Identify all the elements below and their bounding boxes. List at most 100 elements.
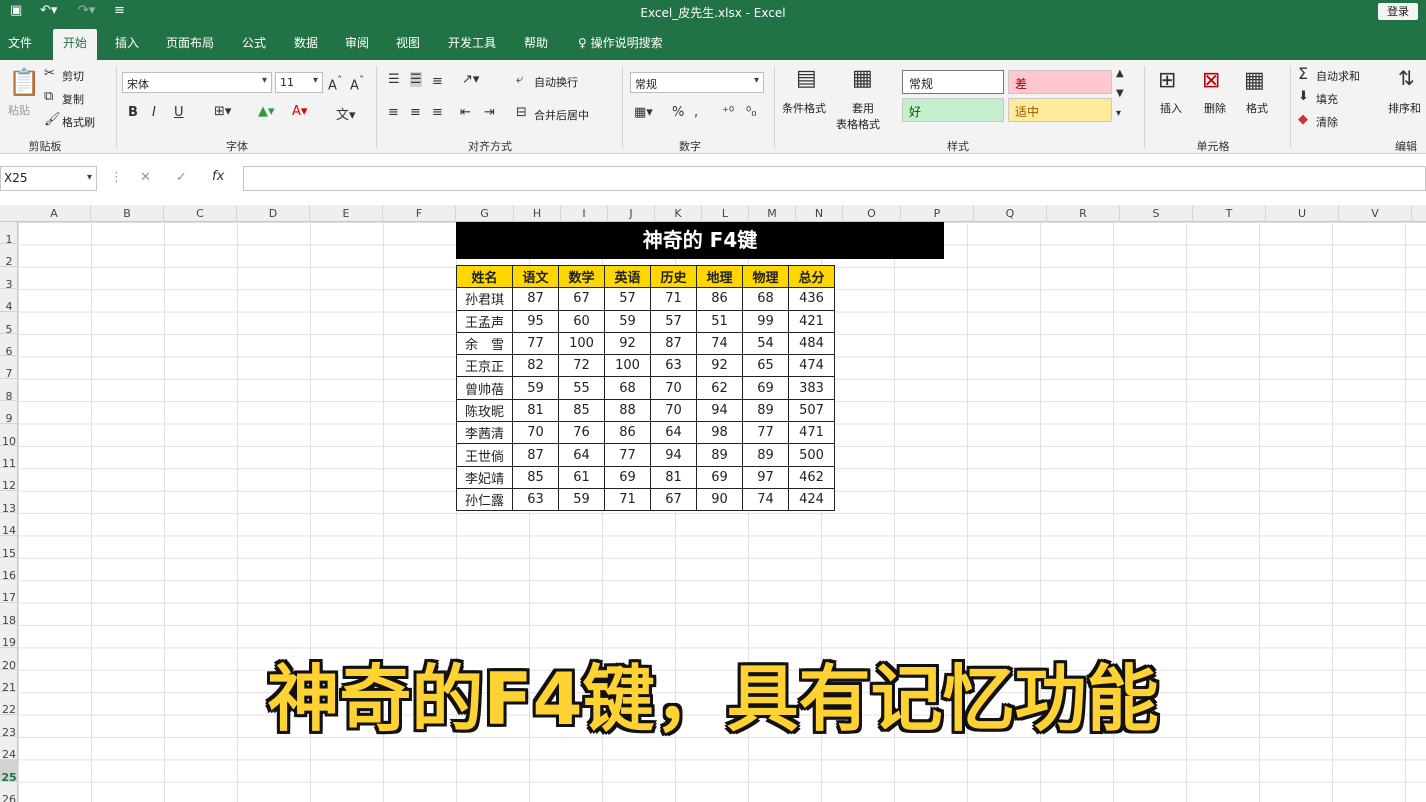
tab-file[interactable]: 文件 <box>8 34 32 51</box>
row-header[interactable]: 7 <box>0 356 18 380</box>
row-header[interactable]: 15 <box>0 536 18 560</box>
tab-review[interactable]: 审阅 <box>345 34 369 51</box>
row-header[interactable]: 8 <box>0 379 18 403</box>
row-header[interactable]: 14 <box>0 513 18 537</box>
column-header[interactable]: P <box>901 205 974 222</box>
column-header[interactable]: D <box>237 205 310 222</box>
grow-font-icon[interactable]: Aˆ <box>328 74 342 93</box>
column-header[interactable]: T <box>1193 205 1266 222</box>
table-cell[interactable]: 王世倘 <box>456 443 513 467</box>
table-cell[interactable]: 61 <box>558 465 605 489</box>
column-header[interactable]: O <box>843 205 901 222</box>
style-neutral[interactable]: 适中 <box>1008 98 1112 122</box>
table-cell[interactable]: 69 <box>742 376 789 400</box>
accounting-format-icon[interactable]: ▦▾ <box>634 105 653 120</box>
column-header[interactable]: F <box>383 205 456 222</box>
copy-icon[interactable]: ⧉ <box>44 89 53 104</box>
conditional-format-button[interactable]: 条件格式 <box>782 100 826 116</box>
fill-color-icon[interactable]: ▲▾ <box>258 104 275 119</box>
number-format-select[interactable]: 常规 ▾ <box>630 72 764 93</box>
format-as-table-button-line1[interactable]: 套用 <box>852 100 874 116</box>
table-cell[interactable]: 67 <box>650 487 697 512</box>
table-cell[interactable]: 60 <box>558 309 605 333</box>
column-header[interactable]: V <box>1339 205 1412 222</box>
align-top-icon[interactable]: ☰ <box>388 72 400 87</box>
column-header[interactable]: E <box>310 205 383 222</box>
column-header[interactable]: U <box>1266 205 1339 222</box>
increase-decimal-icon[interactable]: ⁺⁰ <box>722 105 734 120</box>
table-cell[interactable]: 94 <box>650 443 697 467</box>
row-header[interactable]: 26 <box>0 782 18 802</box>
column-header[interactable]: J <box>608 205 655 222</box>
column-header[interactable]: M <box>749 205 796 222</box>
font-color-icon[interactable]: A▾ <box>292 104 307 119</box>
table-cell[interactable]: 98 <box>696 421 743 445</box>
align-right-icon[interactable]: ≡ <box>432 105 443 120</box>
sheet-title-cell[interactable]: 神奇的 F4键 <box>456 222 944 259</box>
table-cell[interactable]: 82 <box>512 354 559 378</box>
table-cell[interactable]: 57 <box>650 309 697 333</box>
format-painter-button[interactable]: 格式刷 <box>62 114 95 130</box>
font-family-select[interactable]: 宋体 ▾ <box>122 72 272 93</box>
table-cell[interactable]: 65 <box>742 354 789 378</box>
sort-filter-button[interactable]: 排序和 <box>1388 100 1421 116</box>
table-cell[interactable]: 436 <box>788 287 835 311</box>
column-header[interactable]: A <box>18 205 91 222</box>
table-cell[interactable]: 87 <box>512 443 559 467</box>
row-header[interactable]: 5 <box>0 312 18 336</box>
table-cell[interactable]: 89 <box>742 443 789 467</box>
table-cell[interactable]: 500 <box>788 443 835 467</box>
decrease-indent-icon[interactable]: ⇤ <box>460 105 471 120</box>
table-cell[interactable]: 86 <box>696 287 743 311</box>
table-header-cell[interactable]: 总分 <box>788 264 835 289</box>
table-cell[interactable]: 421 <box>788 309 835 333</box>
underline-button[interactable]: U <box>174 105 184 120</box>
tab-page-layout[interactable]: 页面布局 <box>166 34 214 51</box>
table-cell[interactable]: 孙君琪 <box>456 287 513 311</box>
shrink-font-icon[interactable]: Aˇ <box>350 74 364 93</box>
scissors-icon[interactable]: ✂ <box>44 66 55 81</box>
format-as-table-icon[interactable]: ▦ <box>852 66 873 91</box>
row-header[interactable]: 2 <box>0 244 18 268</box>
row-header[interactable]: 6 <box>0 334 18 358</box>
table-header-cell[interactable]: 数学 <box>558 264 605 289</box>
table-cell[interactable]: 59 <box>604 309 651 333</box>
row-header[interactable]: 11 <box>0 446 18 470</box>
eraser-icon[interactable]: ◆ <box>1298 112 1308 127</box>
table-header-cell[interactable]: 英语 <box>604 264 651 289</box>
table-cell[interactable]: 99 <box>742 309 789 333</box>
table-cell[interactable]: 87 <box>512 287 559 311</box>
table-cell[interactable]: 62 <box>696 376 743 400</box>
table-cell[interactable]: 89 <box>696 443 743 467</box>
insert-cells-button[interactable]: 插入 <box>1160 100 1182 116</box>
enter-icon[interactable]: ✓ <box>176 170 187 185</box>
table-cell[interactable]: 76 <box>558 421 605 445</box>
format-painter-icon[interactable]: 🖌 <box>44 112 61 127</box>
table-cell[interactable]: 70 <box>650 376 697 400</box>
conditional-format-icon[interactable]: ▤ <box>796 66 817 91</box>
table-cell[interactable]: 63 <box>650 354 697 378</box>
column-header[interactable]: I <box>561 205 608 222</box>
font-size-select[interactable]: 11 ▾ <box>275 72 323 93</box>
formula-input[interactable] <box>243 166 1426 191</box>
align-center-icon[interactable]: ≡ <box>410 105 421 120</box>
merge-center-button[interactable]: 合并后居中 <box>534 107 589 123</box>
table-cell[interactable]: 90 <box>696 487 743 512</box>
row-header[interactable]: 17 <box>0 580 18 604</box>
percent-button[interactable]: % <box>672 105 684 120</box>
table-cell[interactable]: 471 <box>788 421 835 445</box>
tab-insert[interactable]: 插入 <box>115 34 139 51</box>
borders-icon[interactable]: ⊞▾ <box>214 104 231 119</box>
table-cell[interactable]: 383 <box>788 376 835 400</box>
column-header[interactable]: G <box>456 205 514 222</box>
table-cell[interactable]: 85 <box>512 465 559 489</box>
clear-button[interactable]: 清除 <box>1316 114 1338 130</box>
table-cell[interactable]: 曾帅蓓 <box>456 376 513 400</box>
table-cell[interactable]: 55 <box>558 376 605 400</box>
table-cell[interactable]: 474 <box>788 354 835 378</box>
login-button[interactable]: 登录 <box>1378 3 1418 20</box>
row-header[interactable]: 18 <box>0 603 18 627</box>
table-cell[interactable]: 63 <box>512 487 559 512</box>
row-header[interactable]: 9 <box>0 401 18 425</box>
styles-scroll-up-icon[interactable]: ▲ <box>1116 68 1124 79</box>
